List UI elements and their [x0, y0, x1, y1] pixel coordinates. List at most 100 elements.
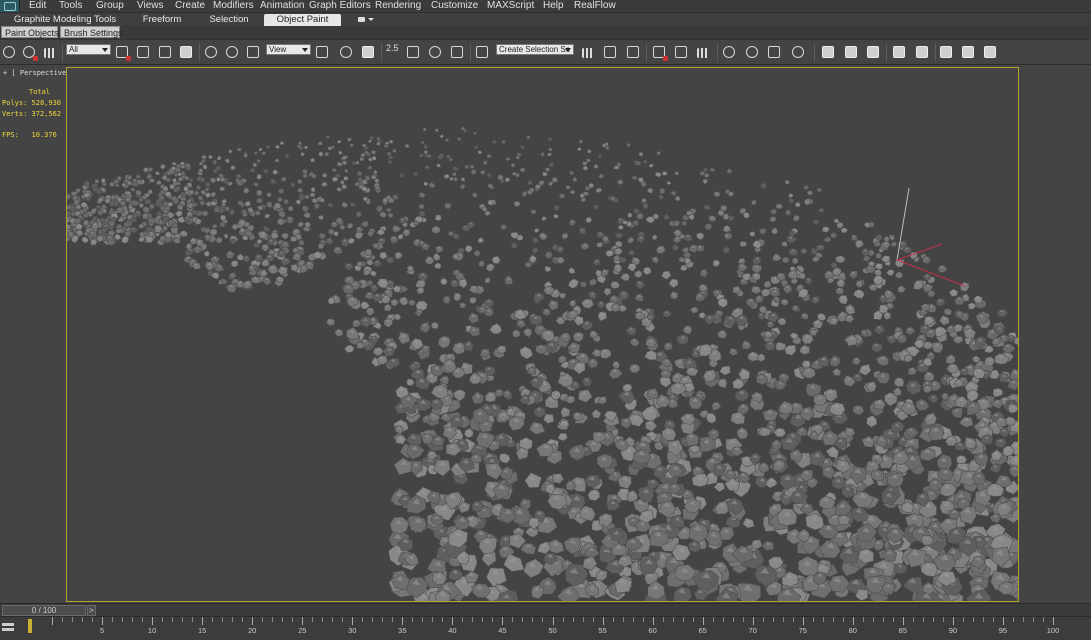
rock-instance [580, 242, 590, 251]
select-and-link-icon[interactable] [1, 44, 18, 61]
panel-brush-settings[interactable]: Brush Settings [60, 26, 123, 38]
menu-customize[interactable]: Customize [431, 0, 478, 12]
rock-instance [854, 239, 865, 249]
render-teapot-icon[interactable] [790, 44, 807, 61]
named-selection-dropdown[interactable]: Create Selection Se [496, 44, 574, 55]
menu-maxscript[interactable]: MAXScript [487, 0, 534, 12]
track-bar[interactable]: 5 10 15 20 25 30 35 40 45 50 55 60 65 70 75 80 85 90 95 100 [0, 616, 1091, 640]
open-mini-curve-editor-icon[interactable] [1, 621, 15, 635]
ruler-tick [292, 617, 294, 622]
mirror-icon[interactable] [580, 44, 597, 61]
track-ruler[interactable]: 5 10 15 20 25 30 35 40 45 50 55 60 65 70 75 80 85 90 95 100 [28, 617, 1064, 640]
rock-instance [236, 147, 242, 152]
select-and-scale-icon[interactable] [245, 44, 262, 61]
app-logo-icon[interactable] [0, 0, 20, 12]
rock-instance [651, 233, 658, 240]
quick-align-icon[interactable] [625, 44, 642, 61]
menu-tools[interactable]: Tools [59, 0, 82, 12]
selection-filter-dropdown[interactable]: All [66, 44, 111, 55]
rock-instance [313, 202, 320, 210]
schematic-view-icon[interactable] [721, 44, 738, 61]
manage-layers-icon[interactable] [651, 44, 668, 61]
realflow-toolbar-icon-5[interactable] [914, 44, 931, 61]
rock-instance [711, 401, 722, 411]
time-slider-thumb[interactable]: 0 / 100 [2, 605, 86, 616]
rock-instance [397, 233, 404, 240]
rock-instance [278, 210, 286, 219]
rock-instance [646, 187, 654, 194]
angle-snap-icon[interactable] [405, 44, 422, 61]
rock-instance [109, 200, 116, 207]
align-icon[interactable] [602, 44, 619, 61]
menu-group[interactable]: Group [96, 0, 124, 12]
select-object-icon[interactable] [114, 44, 131, 61]
ruler-tick [532, 617, 534, 622]
menu-edit[interactable]: Edit [29, 0, 46, 12]
select-and-move-icon[interactable] [203, 44, 220, 61]
scattered-rocks-scene[interactable] [67, 68, 1018, 601]
transform-gizmo[interactable] [896, 187, 966, 287]
realflow-toolbar-icon-4[interactable] [891, 44, 908, 61]
pivot-center-icon[interactable] [314, 44, 331, 61]
snap-toggle-label[interactable]: 2.5 [386, 43, 399, 53]
rock-instance [989, 463, 1002, 474]
menu-rendering[interactable]: Rendering [375, 0, 421, 12]
ruler-tick [422, 617, 424, 622]
rock-instance [323, 151, 330, 157]
stats-verts: Verts: 372,562 [2, 109, 61, 120]
menu-modifiers[interactable]: Modifiers [213, 0, 254, 12]
graphite-toggle-icon[interactable] [673, 44, 690, 61]
select-and-manipulate-icon[interactable] [338, 44, 355, 61]
current-frame-marker[interactable] [28, 619, 32, 633]
rock-instance [584, 216, 593, 224]
select-by-name-icon[interactable] [135, 44, 152, 61]
keyboard-shortcut-override-icon[interactable] [360, 44, 377, 61]
rock-instance [148, 202, 155, 210]
menu-views[interactable]: Views [137, 0, 164, 12]
ruler-tick [152, 617, 154, 625]
percent-snap-icon[interactable] [427, 44, 444, 61]
rock-instance [704, 222, 713, 231]
realflow-toolbar-icon-6[interactable] [938, 44, 955, 61]
curve-editor-icon[interactable] [695, 44, 712, 61]
rectangular-selection-icon[interactable] [157, 44, 174, 61]
rock-instance [954, 295, 965, 306]
window-crossing-icon[interactable] [178, 44, 195, 61]
panel-paint-objects[interactable]: Paint Objects [1, 26, 59, 38]
material-editor-icon[interactable] [744, 44, 761, 61]
realflow-toolbar-icon-8[interactable] [982, 44, 999, 61]
rock-instance [359, 156, 365, 162]
rock-instance [413, 220, 420, 227]
perspective-viewport[interactable] [66, 67, 1019, 602]
next-frame-button[interactable]: > [87, 605, 96, 616]
rock-instance [526, 135, 531, 140]
reference-coordinate-dropdown[interactable]: View [266, 44, 311, 55]
time-slider[interactable]: 0 / 100 > [0, 603, 1091, 616]
realflow-toolbar-icon-7[interactable] [960, 44, 977, 61]
rock-instance [871, 342, 883, 353]
realflow-toolbar-icon-1[interactable] [820, 44, 837, 61]
unlink-selection-icon[interactable] [21, 44, 38, 61]
menu-create[interactable]: Create [175, 0, 205, 12]
menu-help[interactable]: Help [543, 0, 564, 12]
rock-instance [97, 209, 104, 216]
rock-instance [160, 163, 166, 170]
menu-graph-editors[interactable]: Graph Editors [309, 0, 371, 12]
rock-instance [171, 161, 177, 166]
menu-animation[interactable]: Animation [260, 0, 304, 12]
ribbon-options-icon[interactable] [356, 15, 376, 24]
rock-instance [531, 584, 545, 600]
select-and-rotate-icon[interactable] [224, 44, 241, 61]
realflow-toolbar-icon-2[interactable] [843, 44, 860, 61]
bind-to-space-warp-icon[interactable] [42, 44, 59, 61]
rock-instance [265, 144, 271, 150]
realflow-toolbar-icon-3[interactable] [865, 44, 882, 61]
rock-instance [550, 390, 561, 400]
edit-named-selection-icon[interactable] [474, 44, 491, 61]
render-setup-icon[interactable] [766, 44, 783, 61]
spinner-snap-icon[interactable] [449, 44, 466, 61]
rock-instance [371, 292, 383, 303]
ruler-tick [972, 617, 974, 622]
menu-realflow[interactable]: RealFlow [574, 0, 616, 12]
rock-instance [180, 191, 187, 198]
